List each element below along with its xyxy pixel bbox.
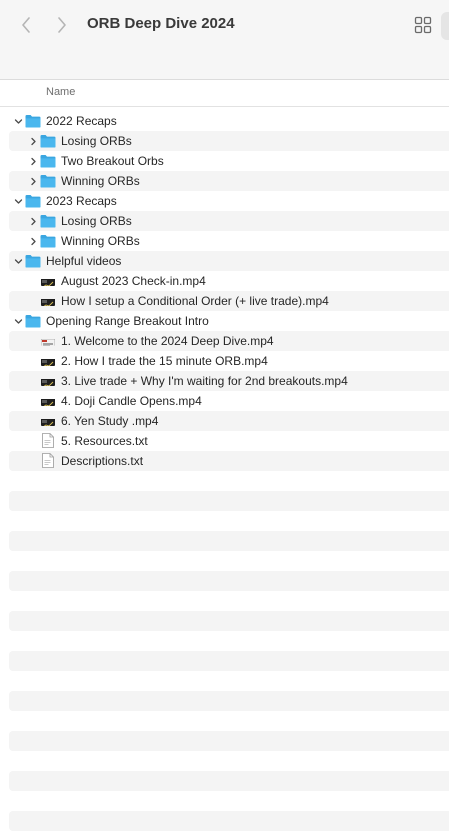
row-label: 6. Yen Study .mp4 bbox=[61, 414, 159, 428]
chevron-right-icon[interactable] bbox=[28, 211, 38, 231]
row-label: 1. Welcome to the 2024 Deep Dive.mp4 bbox=[61, 334, 274, 348]
folder-icon bbox=[40, 154, 56, 168]
video-thumbnail-icon bbox=[41, 336, 55, 346]
folder-icon bbox=[25, 194, 41, 208]
chevron-right-icon[interactable] bbox=[28, 171, 38, 191]
empty-row bbox=[9, 551, 449, 571]
empty-row bbox=[9, 631, 449, 651]
row-label: Losing ORBs bbox=[61, 214, 132, 228]
empty-row bbox=[9, 811, 449, 831]
chevron-down-icon[interactable] bbox=[13, 311, 23, 331]
file-list: 2022 Recaps Losing ORBs Two Breakout Orbs W… bbox=[9, 111, 449, 831]
empty-row bbox=[9, 611, 449, 631]
file-row[interactable]: 2. How I trade the 15 minute ORB.mp4 bbox=[9, 351, 449, 371]
row-label: Descriptions.txt bbox=[61, 454, 144, 468]
folder-icon bbox=[25, 114, 41, 128]
file-row[interactable]: August 2023 Check-in.mp4 bbox=[9, 271, 449, 291]
folder-row[interactable]: Losing ORBs bbox=[9, 211, 449, 231]
row-label: 2022 Recaps bbox=[46, 114, 117, 128]
text-document-icon bbox=[42, 433, 54, 448]
row-label: Winning ORBs bbox=[61, 234, 140, 248]
window-title: ORB Deep Dive 2024 bbox=[87, 15, 235, 32]
empty-row bbox=[9, 791, 449, 811]
empty-row bbox=[9, 531, 449, 551]
empty-row bbox=[9, 591, 449, 611]
empty-row bbox=[9, 751, 449, 771]
folder-row[interactable]: Winning ORBs bbox=[9, 171, 449, 191]
empty-row bbox=[9, 711, 449, 731]
chevron-right-icon[interactable] bbox=[28, 231, 38, 251]
folder-row[interactable]: Winning ORBs bbox=[9, 231, 449, 251]
row-label: 2. How I trade the 15 minute ORB.mp4 bbox=[61, 354, 268, 368]
row-label: Opening Range Breakout Intro bbox=[46, 314, 209, 328]
grid-view-icon[interactable] bbox=[414, 16, 432, 34]
video-thumbnail-icon bbox=[41, 376, 55, 386]
row-label: 3. Live trade + Why I'm waiting for 2nd … bbox=[61, 374, 348, 388]
folder-row[interactable]: Two Breakout Orbs bbox=[9, 151, 449, 171]
file-row[interactable]: 3. Live trade + Why I'm waiting for 2nd … bbox=[9, 371, 449, 391]
folder-row[interactable]: Losing ORBs bbox=[9, 131, 449, 151]
finder-toolbar: ORB Deep Dive 2024 bbox=[0, 0, 449, 80]
file-row[interactable]: 1. Welcome to the 2024 Deep Dive.mp4 bbox=[9, 331, 449, 351]
folder-row[interactable]: Opening Range Breakout Intro bbox=[9, 311, 449, 331]
row-label: How I setup a Conditional Order (+ live … bbox=[61, 294, 329, 308]
row-label: 2023 Recaps bbox=[46, 194, 117, 208]
chevron-right-icon[interactable] bbox=[28, 151, 38, 171]
chevron-down-icon[interactable] bbox=[13, 251, 23, 271]
empty-row bbox=[9, 511, 449, 531]
folder-row[interactable]: 2023 Recaps bbox=[9, 191, 449, 211]
chevron-down-icon[interactable] bbox=[13, 191, 23, 211]
empty-row bbox=[9, 671, 449, 691]
file-row[interactable]: How I setup a Conditional Order (+ live … bbox=[9, 291, 449, 311]
folder-icon bbox=[40, 214, 56, 228]
empty-row bbox=[9, 731, 449, 751]
column-name-header[interactable]: Name bbox=[46, 86, 75, 98]
video-thumbnail-icon bbox=[41, 356, 55, 366]
empty-row bbox=[9, 471, 449, 491]
video-thumbnail-icon bbox=[41, 416, 55, 426]
folder-row[interactable]: 2022 Recaps bbox=[9, 111, 449, 131]
file-row[interactable]: 6. Yen Study .mp4 bbox=[9, 411, 449, 431]
folder-icon bbox=[40, 134, 56, 148]
file-row[interactable]: 4. Doji Candle Opens.mp4 bbox=[9, 391, 449, 411]
column-header: Name bbox=[0, 80, 449, 107]
folder-icon bbox=[40, 174, 56, 188]
row-label: Two Breakout Orbs bbox=[61, 154, 164, 168]
folder-icon bbox=[25, 254, 41, 268]
empty-row bbox=[9, 651, 449, 671]
row-label: Losing ORBs bbox=[61, 134, 132, 148]
chevron-right-icon[interactable] bbox=[28, 131, 38, 151]
video-thumbnail-icon bbox=[41, 296, 55, 306]
row-label: Winning ORBs bbox=[61, 174, 140, 188]
empty-row bbox=[9, 571, 449, 591]
chevron-right-icon[interactable] bbox=[52, 14, 72, 36]
chevron-down-icon[interactable] bbox=[13, 111, 23, 131]
video-thumbnail-icon bbox=[41, 396, 55, 406]
video-thumbnail-icon bbox=[41, 276, 55, 286]
toolbar-overflow-button[interactable] bbox=[441, 12, 449, 40]
file-row[interactable]: Descriptions.txt bbox=[9, 451, 449, 471]
file-row[interactable]: 5. Resources.txt bbox=[9, 431, 449, 451]
row-label: 5. Resources.txt bbox=[61, 434, 148, 448]
folder-row[interactable]: Helpful videos bbox=[9, 251, 449, 271]
empty-row bbox=[9, 491, 449, 511]
row-label: 4. Doji Candle Opens.mp4 bbox=[61, 394, 202, 408]
text-document-icon bbox=[42, 453, 54, 468]
empty-row bbox=[9, 691, 449, 711]
empty-row bbox=[9, 771, 449, 791]
folder-icon bbox=[40, 234, 56, 248]
folder-icon bbox=[25, 314, 41, 328]
row-label: Helpful videos bbox=[46, 254, 122, 268]
chevron-left-icon[interactable] bbox=[16, 14, 36, 36]
row-label: August 2023 Check-in.mp4 bbox=[61, 274, 206, 288]
